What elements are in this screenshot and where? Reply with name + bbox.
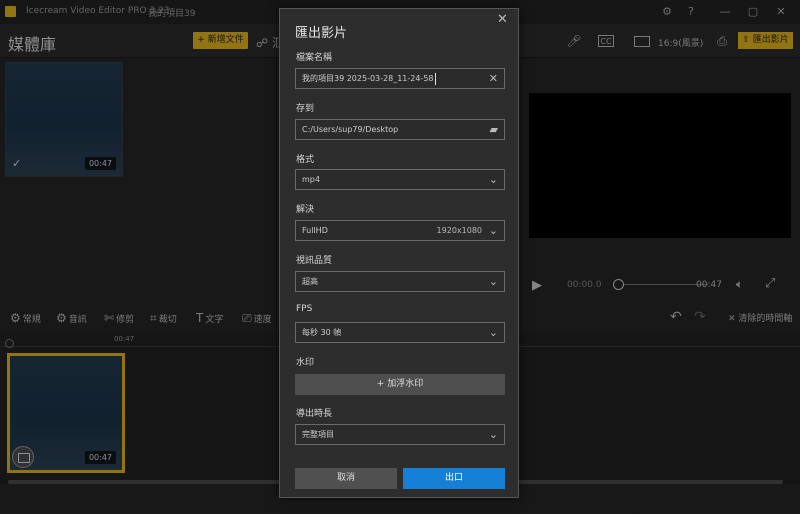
chevron-down-icon: ⌄ (488, 326, 498, 339)
export-dialog: 匯出影片 ✕ 檔案名稱 我的項目39 2025-03-28_11-24-58 ✕… (279, 8, 519, 498)
close-icon[interactable]: ✕ (497, 12, 508, 27)
add-watermark-button[interactable]: + 加浮水印 (295, 374, 505, 395)
fps-label: FPS (296, 304, 313, 314)
format-label: 格式 (296, 155, 315, 165)
quality-select[interactable]: 超高 ⌄ (295, 271, 505, 292)
dialog-title: 匯出影片 (295, 26, 348, 41)
chevron-down-icon: ⌄ (488, 428, 498, 441)
filename-input[interactable]: 我的項目39 2025-03-28_11-24-58 ✕ (295, 68, 505, 89)
resolution-detail: 1920x1080 (436, 226, 482, 235)
text-caret (434, 72, 436, 85)
chevron-down-icon: ⌄ (488, 224, 498, 237)
cancel-button[interactable]: 取消 (295, 468, 397, 489)
quality-value: 超高 (302, 277, 318, 286)
watermark-label: 水印 (296, 358, 315, 368)
resolution-value: FullHD (302, 226, 328, 235)
clear-input-icon[interactable]: ✕ (489, 69, 498, 88)
duration-select[interactable]: 完整項目 ⌄ (295, 424, 505, 445)
chevron-down-icon: ⌄ (488, 173, 498, 186)
save-to-label: 存到 (296, 104, 315, 114)
resolution-select[interactable]: FullHD 1920x1080 ⌄ (295, 220, 505, 241)
quality-label: 視訊品質 (296, 256, 333, 266)
chevron-down-icon: ⌄ (488, 275, 498, 288)
format-value: mp4 (302, 175, 320, 184)
fps-value: 每秒 30 幀 (302, 328, 342, 337)
save-to-path: C:/Users/sup79/Desktop (302, 125, 399, 134)
duration-label: 導出時長 (296, 409, 333, 419)
fps-select[interactable]: 每秒 30 幀 ⌄ (295, 322, 505, 343)
resolution-label: 解決 (296, 205, 315, 215)
filename-label: 檔案名稱 (296, 53, 333, 63)
export-button[interactable]: 出口 (403, 468, 505, 489)
format-select[interactable]: mp4 ⌄ (295, 169, 505, 190)
duration-value: 完整項目 (302, 430, 334, 439)
folder-open-icon[interactable]: ▰ (490, 120, 498, 139)
app-window: Icecream Video Editor PRO 3.23 我的項目39 ⚙ … (0, 0, 800, 514)
filename-value: 我的項目39 2025-03-28_11-24-58 (302, 74, 434, 83)
save-to-field[interactable]: C:/Users/sup79/Desktop ▰ (295, 119, 505, 140)
